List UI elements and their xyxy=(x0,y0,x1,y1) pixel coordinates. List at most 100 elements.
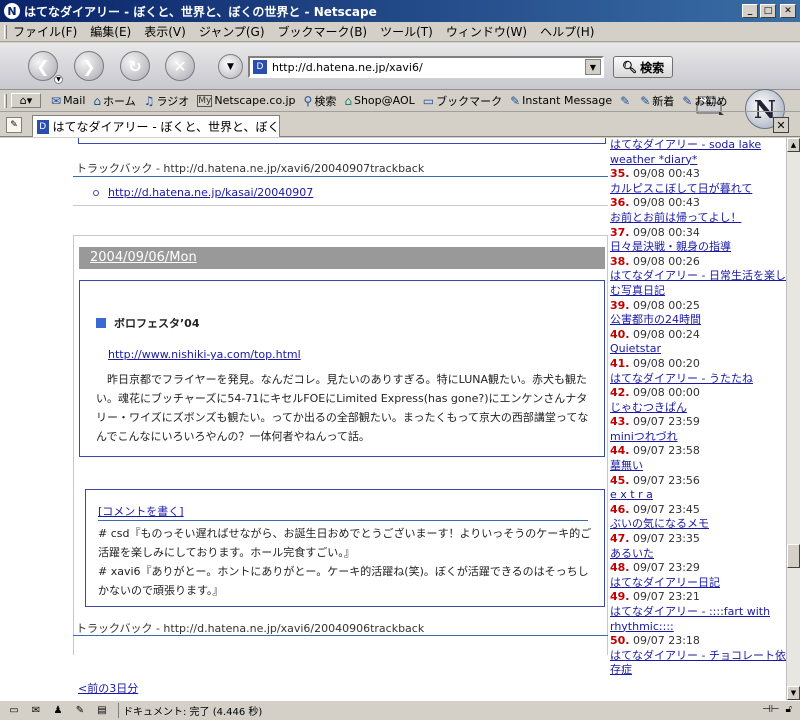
write-comment-link[interactable]: [コメントを書く] xyxy=(98,503,184,519)
personal-item-mail[interactable]: ✉ Mail xyxy=(51,94,85,108)
rank-number: 39. xyxy=(610,298,630,312)
list-item: 45. 09/07 23:56 e x t r a xyxy=(610,474,786,503)
reload-button[interactable]: ↻ xyxy=(120,51,150,81)
diary-link[interactable]: e x t r a xyxy=(610,488,786,503)
tab-active[interactable]: D はてなダイアリー - ぼくと、世界と、ぼくの世界と xyxy=(32,115,280,137)
entry-url-link[interactable]: http://www.nishiki-ya.com/top.html xyxy=(108,348,301,361)
home-menu-button[interactable]: ⌂▾ xyxy=(11,93,41,108)
stop-icon: ✕ xyxy=(173,56,187,76)
trackback-link[interactable]: http://d.hatena.ne.jp/kasai/20040907 xyxy=(108,186,313,199)
page-icon: D xyxy=(253,60,267,74)
entry-title-text: ボロフェスタ’04 xyxy=(114,317,200,330)
menu-edit[interactable]: 編集(E) xyxy=(90,23,131,40)
list-item: 49. 09/07 23:21 はてなダイアリー - ::::fart with … xyxy=(610,590,786,634)
url-bar[interactable]: D http://d.hatena.ne.jp/xavi6/ ▼ xyxy=(248,56,604,78)
diary-link[interactable]: はてなダイアリー - 日常生活を楽しむ写真日記 xyxy=(610,269,786,298)
minimize-button[interactable]: _ xyxy=(742,4,758,18)
list-item: 46. 09/07 23:45 ぶいの気になるメモ xyxy=(610,503,786,532)
list-item: 38. 09/08 00:26 はてなダイアリー - 日常生活を楽しむ写真日記 xyxy=(610,255,786,299)
diary-link[interactable]: じゃむつきぱん xyxy=(610,401,786,416)
scroll-up-icon[interactable]: ▲ xyxy=(787,138,800,152)
previous-3-days-link[interactable]: <前の3日分 xyxy=(78,680,138,696)
diary-column: トラックバック - http://d.hatena.ne.jp/xavi6/20… xyxy=(73,138,608,700)
menu-go[interactable]: ジャンプ(G) xyxy=(199,23,265,40)
close-tab-button[interactable]: ✕ xyxy=(773,117,789,133)
diary-link[interactable]: はてなダイアリー - チョコレート依存症 xyxy=(610,649,786,678)
personal-item-new[interactable]: ✎ 新着 xyxy=(640,93,674,109)
url-history-button[interactable]: ▼ xyxy=(218,54,243,79)
list-item: はてなダイアリー - soda lake weather *diary* xyxy=(610,138,786,167)
rank-number: 40. xyxy=(610,327,630,341)
diary-link[interactable]: 日々是決戦・親身の指導 xyxy=(610,240,786,255)
address-book-icon[interactable]: ▤ xyxy=(94,704,110,718)
window-title: はてなダイアリー - ぼくと、世界と、ぼくの世界と - Netscape xyxy=(24,4,377,19)
update-time: 09/07 23:45 xyxy=(629,502,700,516)
trackback-url: トラックバック - http://d.hatena.ne.jp/xavi6/20… xyxy=(76,622,425,635)
rank-number: 47. xyxy=(610,532,630,546)
diary-link[interactable]: はてなダイアリー - うたたね xyxy=(610,372,786,387)
personal-item-label: ホーム xyxy=(103,94,136,108)
radio-icon: ♫ xyxy=(143,93,155,108)
new-tab-icon[interactable]: ✎ xyxy=(6,117,22,133)
forward-button[interactable]: ❯ xyxy=(74,51,104,81)
menu-window[interactable]: ウィンドウ(W) xyxy=(446,23,527,40)
diary-link[interactable]: はてなダイアリー日記 xyxy=(610,576,786,591)
menu-help[interactable]: ヘルプ(H) xyxy=(540,23,594,40)
update-time: 09/08 00:25 xyxy=(629,298,700,312)
diary-link[interactable]: ぶいの気になるメモ xyxy=(610,517,786,532)
entry-title: ボロフェスタ’04 xyxy=(96,315,200,331)
list-item: 42. 09/08 00:00 じゃむつきぱん xyxy=(610,386,786,415)
diary-link[interactable]: はてなダイアリー - soda lake weather *diary* xyxy=(610,138,786,167)
scroll-thumb[interactable] xyxy=(787,544,800,568)
diary-link[interactable]: カルピスこぼして日が暮れて xyxy=(610,182,786,197)
mail-icon[interactable]: ✉ xyxy=(28,704,44,718)
diary-link[interactable]: miniつれづれ xyxy=(610,430,786,445)
stop-button[interactable]: ✕ xyxy=(165,51,195,81)
diary-link[interactable]: あるいた xyxy=(610,547,786,562)
navigator-icon[interactable]: ▭ xyxy=(6,704,22,718)
update-time: 09/07 23:29 xyxy=(629,561,700,575)
personal-item-bookmarks[interactable]: ▭ ブックマーク xyxy=(423,93,502,109)
personal-item-im[interactable]: ✎ Instant Message xyxy=(510,94,612,108)
maximize-button[interactable]: □ xyxy=(760,4,776,18)
personal-item-home[interactable]: ⌂ ホーム xyxy=(93,93,135,109)
connection-icon: ⊣⊢ xyxy=(762,704,780,715)
personal-item-link[interactable]: ✎ xyxy=(620,94,632,108)
menu-tools[interactable]: ツール(T) xyxy=(380,23,433,40)
vertical-scrollbar[interactable]: ▲ ▼ xyxy=(786,138,800,700)
date-header[interactable]: 2004/09/06/Mon xyxy=(79,247,605,269)
menu-bookmarks[interactable]: ブックマーク(B) xyxy=(278,23,368,40)
diary-link[interactable]: Quietstar xyxy=(610,342,786,357)
date-link[interactable]: 2004/09/06/Mon xyxy=(90,250,197,265)
menu-view[interactable]: 表示(V) xyxy=(144,23,186,40)
personal-item-recommend[interactable]: ✎ お勧め xyxy=(682,93,727,109)
diary-link[interactable]: 墓無い xyxy=(610,459,786,474)
personal-item-search[interactable]: ⚲ 検索 xyxy=(304,93,337,109)
personal-item-radio[interactable]: ♫ ラジオ xyxy=(144,93,190,109)
update-time: 09/08 00:24 xyxy=(629,327,700,341)
rank-number: 38. xyxy=(610,254,630,268)
im-icon[interactable]: ♟ xyxy=(50,704,66,718)
diary-link[interactable]: お前とお前は帰ってよし！ xyxy=(610,211,786,226)
menu-file[interactable]: ファイル(F) xyxy=(13,23,77,40)
update-time: 09/08 00:20 xyxy=(629,356,700,370)
rank-number: 45. xyxy=(610,473,630,487)
composer-icon[interactable]: ✎ xyxy=(72,704,88,718)
diary-link[interactable]: 公害都市の24時間 xyxy=(610,313,786,328)
personal-item-netscape[interactable]: My Netscape.co.jp xyxy=(197,94,296,107)
toolbar-grip[interactable] xyxy=(4,24,7,39)
url-input[interactable]: http://d.hatena.ne.jp/xavi6/ xyxy=(272,61,585,74)
back-dropdown-icon[interactable]: ▼ xyxy=(54,75,63,84)
close-button[interactable]: ✕ xyxy=(780,4,796,18)
scroll-down-icon[interactable]: ▼ xyxy=(787,686,800,700)
personal-item-shop[interactable]: ⌂ Shop@AOL xyxy=(344,94,414,108)
personal-item-label: Shop@AOL xyxy=(353,94,415,107)
toolbar-grip[interactable] xyxy=(4,93,7,108)
rank-number: 37. xyxy=(610,225,630,239)
search-button[interactable]: 🔍︎ 検索 xyxy=(613,56,673,78)
comment-item: # xavi6『ありがとー。ホントにありがとー。ケーキ的活躍ね(笑)。ぼくが活躍… xyxy=(98,565,589,597)
update-time: 09/08 00:00 xyxy=(629,386,700,400)
diary-link[interactable]: はてなダイアリー - ::::fart with rhythmic:::: xyxy=(610,605,786,634)
url-dropdown-button[interactable]: ▼ xyxy=(585,59,601,75)
rank-number: 42. xyxy=(610,386,630,400)
